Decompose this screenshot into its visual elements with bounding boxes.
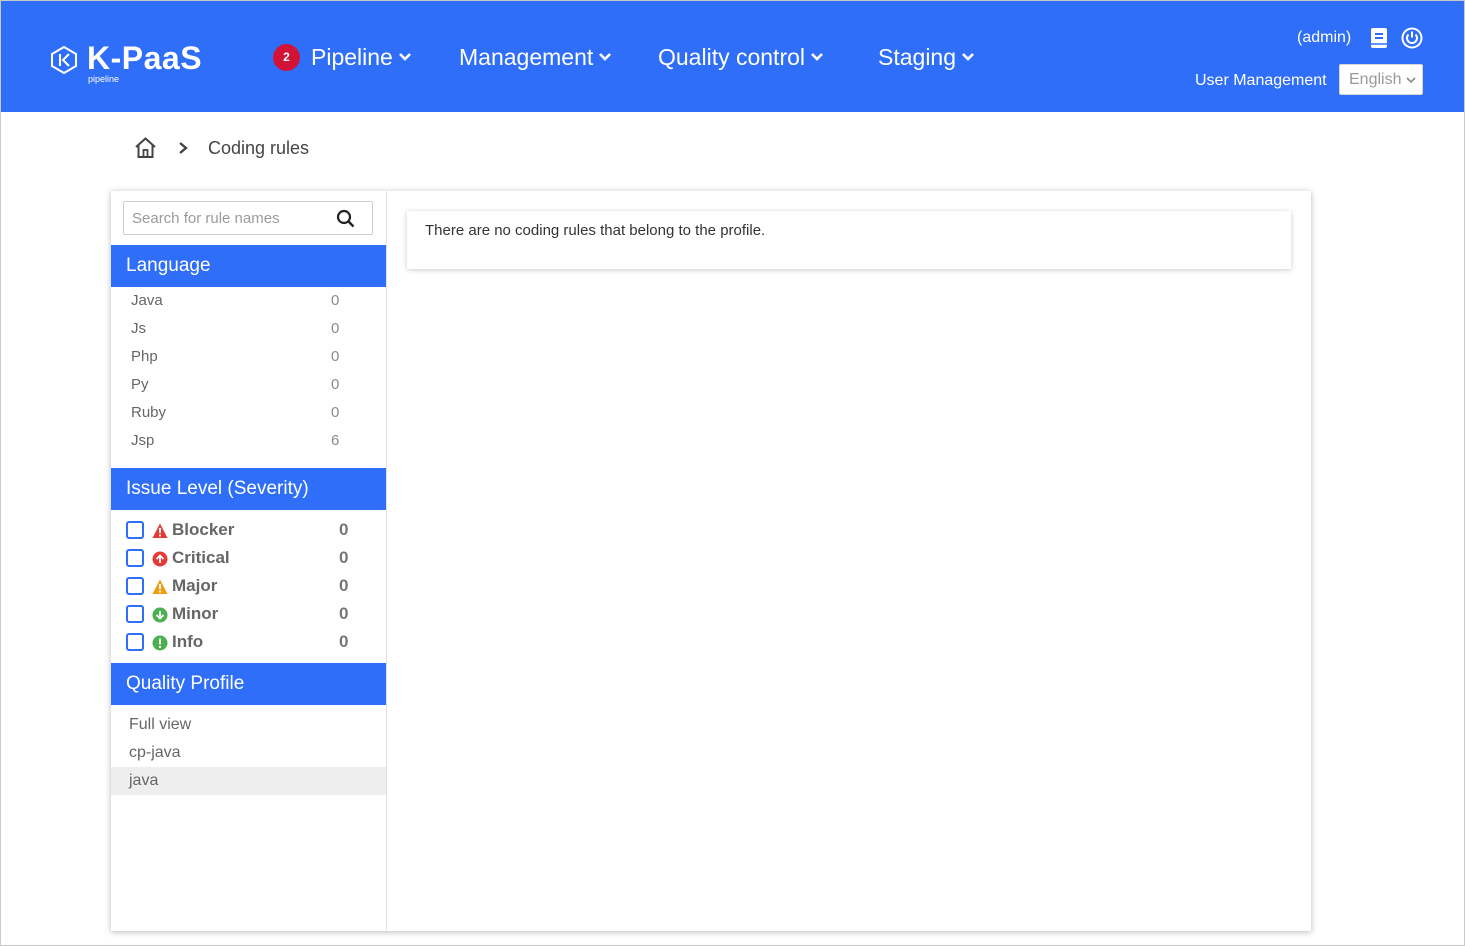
- severity-count: 0: [339, 520, 349, 539]
- language-name: Java: [131, 292, 163, 309]
- language-name: Py: [131, 376, 149, 393]
- quality-profile-section-header: Quality Profile: [111, 663, 386, 705]
- severity-count: 0: [339, 576, 349, 595]
- severity-item-major: Major 0: [111, 572, 386, 600]
- top-navbar: K-PaaS pipeline 2 Pipeline Management Qu…: [1, 1, 1464, 112]
- rule-search-input[interactable]: [124, 202, 334, 234]
- language-count: 0: [331, 376, 340, 393]
- language-count: 0: [331, 320, 340, 337]
- logo-text: K-PaaS: [87, 40, 203, 76]
- severity-section-header: Issue Level (Severity): [111, 468, 386, 510]
- nav-staging[interactable]: Staging: [878, 39, 974, 75]
- logo-subtitle: pipeline: [88, 74, 120, 84]
- language-select-value: English: [1349, 71, 1402, 88]
- home-icon[interactable]: [134, 136, 157, 159]
- quality-profile-cp-java[interactable]: cp-java: [111, 739, 386, 767]
- severity-item-critical: Critical 0: [111, 544, 386, 572]
- major-icon: [152, 579, 168, 594]
- language-select[interactable]: English: [1339, 64, 1423, 95]
- info-icon: [152, 635, 168, 651]
- language-item-php[interactable]: Php 0: [111, 343, 386, 371]
- search-icon[interactable]: [336, 209, 355, 228]
- current-user: (admin): [1297, 29, 1352, 46]
- blocker-checkbox[interactable]: [126, 521, 144, 539]
- language-item-ruby[interactable]: Ruby 0: [111, 399, 386, 427]
- language-count: 0: [331, 292, 340, 309]
- chevron-down-icon: [599, 53, 612, 61]
- language-name: Jsp: [131, 432, 155, 449]
- severity-item-minor: Minor 0: [111, 600, 386, 628]
- severity-count: 0: [339, 604, 349, 623]
- severity-count: 0: [339, 632, 349, 651]
- nav-management[interactable]: Management: [459, 39, 612, 75]
- severity-item-blocker: Blocker 0: [111, 516, 386, 544]
- breadcrumb-separator-icon: [179, 142, 188, 154]
- severity-name: Blocker: [172, 520, 235, 539]
- severity-name: Info: [172, 632, 204, 651]
- nav-pipeline-label: Pipeline: [311, 44, 393, 70]
- breadcrumb-current: Coding rules: [208, 138, 310, 158]
- info-checkbox[interactable]: [126, 633, 144, 651]
- language-section-header: Language: [111, 245, 386, 287]
- minor-icon: [152, 607, 168, 623]
- language-name: Js: [131, 320, 146, 337]
- severity-name: Critical: [172, 548, 230, 567]
- chevron-down-icon: [962, 53, 974, 61]
- language-item-java[interactable]: Java 0: [111, 287, 386, 315]
- critical-checkbox[interactable]: [126, 549, 144, 567]
- filter-sidebar: Language Java 0 Js 0 Php 0 Py 0 Ruby 0 J…: [111, 191, 387, 931]
- pipeline-count-badge: 2: [273, 43, 300, 71]
- nav-pipeline[interactable]: 2 Pipeline: [273, 39, 411, 75]
- language-count: 0: [331, 348, 340, 365]
- k-paas-logo-icon: [51, 46, 77, 74]
- k-paas-logo[interactable]: K-PaaS pipeline: [51, 40, 221, 84]
- user-management-link[interactable]: User Management: [1195, 71, 1327, 91]
- power-icon[interactable]: [1401, 26, 1423, 50]
- nav-quality-control-label: Quality control: [658, 44, 806, 70]
- minor-checkbox[interactable]: [126, 605, 144, 623]
- rule-search-box: [123, 201, 373, 235]
- critical-icon: [152, 551, 168, 567]
- major-checkbox[interactable]: [126, 577, 144, 595]
- coding-rules-panel: Language Java 0 Js 0 Php 0 Py 0 Ruby 0 J…: [111, 191, 1311, 931]
- chevron-down-icon: [398, 53, 411, 61]
- chevron-down-icon: [811, 53, 823, 61]
- quality-profile-java[interactable]: java: [111, 767, 386, 795]
- severity-name: Minor: [172, 604, 219, 623]
- language-item-js[interactable]: Js 0: [111, 315, 386, 343]
- language-name: Ruby: [131, 404, 167, 421]
- language-count: 6: [331, 432, 340, 449]
- nav-staging-label: Staging: [878, 44, 957, 70]
- nav-quality-control[interactable]: Quality control: [658, 39, 823, 75]
- severity-name: Major: [172, 576, 218, 595]
- quality-profile-full-view[interactable]: Full view: [111, 711, 386, 739]
- nav-management-label: Management: [459, 44, 594, 70]
- chevron-down-icon: [1406, 77, 1416, 84]
- language-item-jsp[interactable]: Jsp 6: [111, 427, 386, 455]
- language-name: Php: [131, 348, 158, 365]
- blocker-icon: [152, 523, 168, 538]
- severity-item-info: Info 0: [111, 628, 386, 656]
- empty-rules-message: There are no coding rules that belong to…: [425, 222, 766, 239]
- rules-result-box: There are no coding rules that belong to…: [407, 211, 1291, 269]
- language-item-py[interactable]: Py 0: [111, 371, 386, 399]
- severity-count: 0: [339, 548, 349, 567]
- language-count: 0: [331, 404, 340, 421]
- manual-book-icon[interactable]: [1368, 26, 1390, 50]
